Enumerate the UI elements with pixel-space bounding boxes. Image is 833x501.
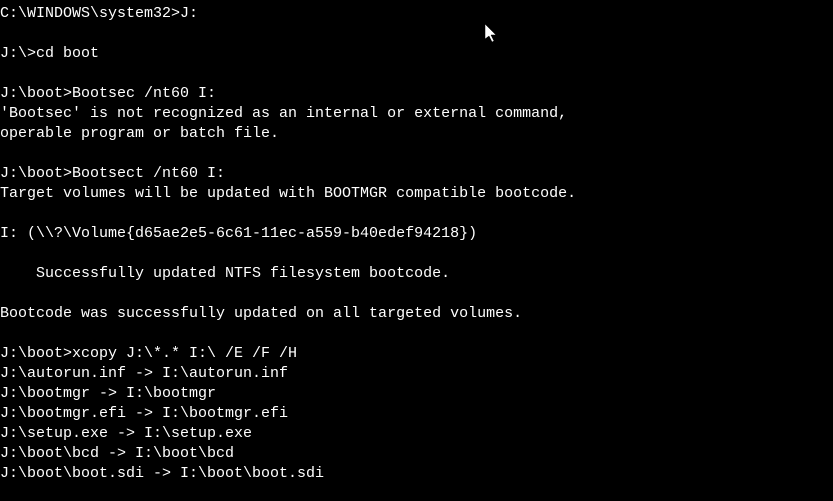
terminal-line: I: (\\?\Volume{d65ae2e5-6c61-11ec-a559-b… (0, 224, 833, 244)
terminal-line: 'Bootsec' is not recognized as an intern… (0, 104, 833, 124)
terminal-line: J:\bootmgr -> I:\bootmgr (0, 384, 833, 404)
terminal-line (0, 324, 833, 344)
terminal-line (0, 284, 833, 304)
terminal-line: J:\boot\boot.sdi -> I:\boot\boot.sdi (0, 464, 833, 484)
terminal-line: C:\WINDOWS\system32>J: (0, 4, 833, 24)
terminal-line (0, 204, 833, 224)
terminal-line: Successfully updated NTFS filesystem boo… (0, 264, 833, 284)
terminal-line (0, 64, 833, 84)
terminal-line (0, 144, 833, 164)
terminal-line: J:\boot>Bootsec /nt60 I: (0, 84, 833, 104)
terminal-line: operable program or batch file. (0, 124, 833, 144)
terminal-line: J:\autorun.inf -> I:\autorun.inf (0, 364, 833, 384)
terminal-line: Target volumes will be updated with BOOT… (0, 184, 833, 204)
terminal-line: J:\boot\bcd -> I:\boot\bcd (0, 444, 833, 464)
terminal-line: Bootcode was successfully updated on all… (0, 304, 833, 324)
terminal-line: J:\>cd boot (0, 44, 833, 64)
terminal-line: J:\boot>xcopy J:\*.* I:\ /E /F /H (0, 344, 833, 364)
terminal-line (0, 244, 833, 264)
terminal-line: J:\boot>Bootsect /nt60 I: (0, 164, 833, 184)
terminal-area[interactable]: C:\WINDOWS\system32>J: J:\>cd boot J:\bo… (0, 4, 833, 484)
terminal-line: J:\setup.exe -> I:\setup.exe (0, 424, 833, 444)
terminal-line: J:\bootmgr.efi -> I:\bootmgr.efi (0, 404, 833, 424)
terminal-line (0, 24, 833, 44)
